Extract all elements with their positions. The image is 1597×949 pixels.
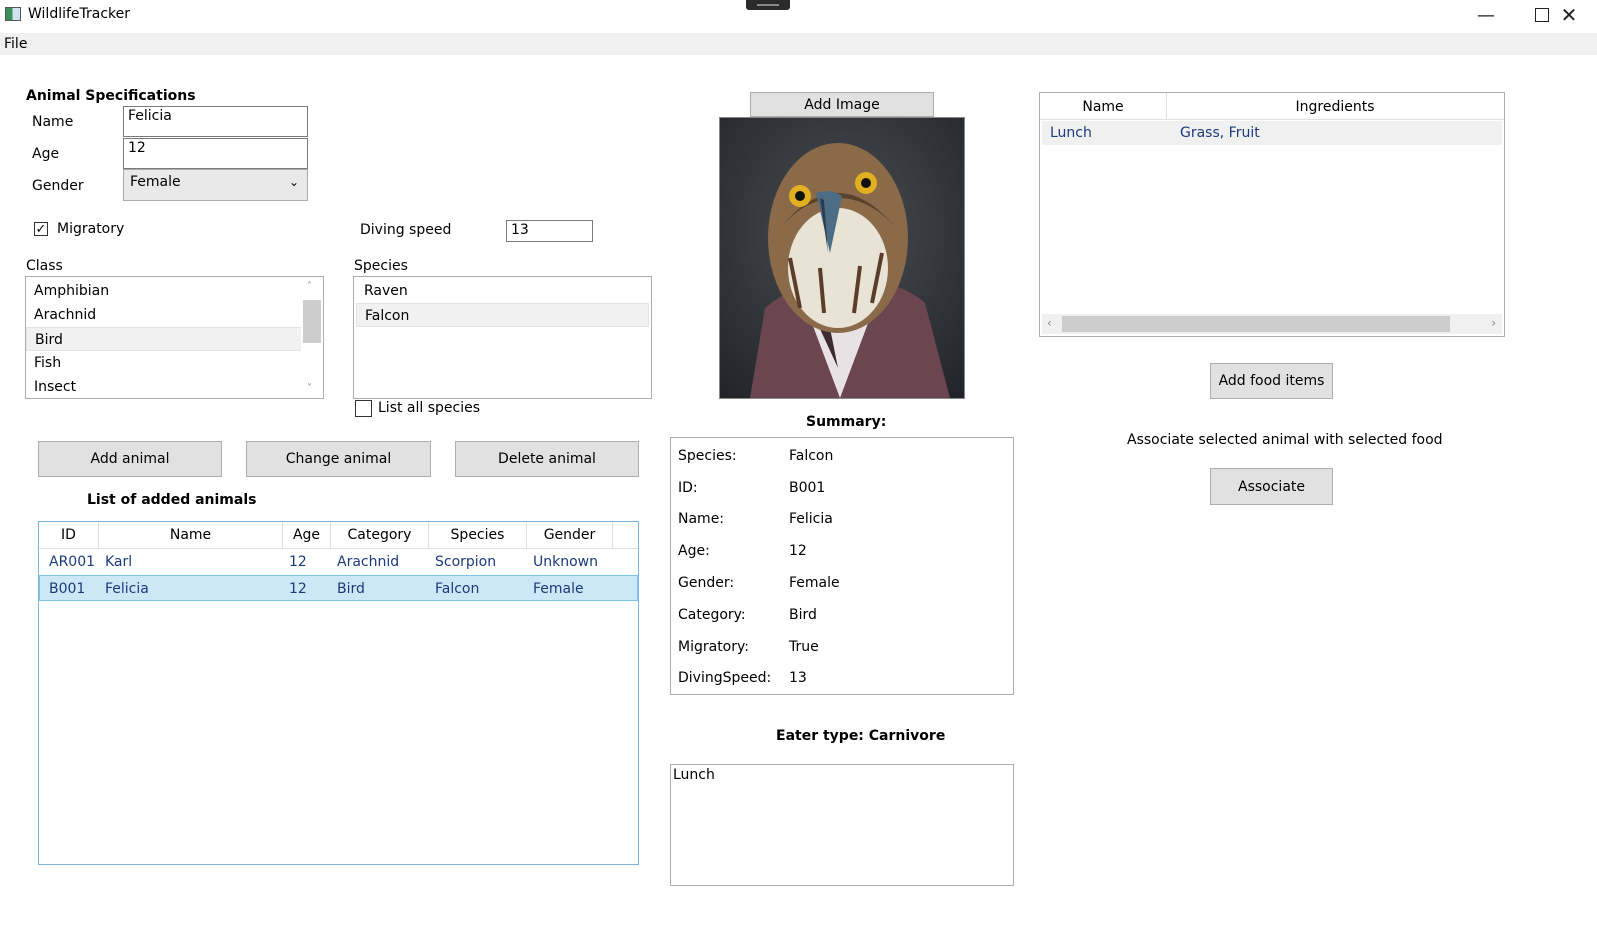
scroll-thumb[interactable] (1062, 316, 1450, 332)
summary-row-age: Age: 12 (678, 543, 807, 560)
class-item[interactable]: Fish (26, 351, 302, 375)
checkmark-icon: ✓ (35, 221, 47, 237)
food-horizontal-scrollbar[interactable]: ‹ › (1042, 314, 1502, 334)
cell-food-name: Lunch (1050, 125, 1092, 141)
cell-name: Felicia (105, 581, 149, 597)
minimize-icon[interactable]: — (1458, 0, 1514, 30)
diving-speed-field[interactable]: 13 (506, 220, 593, 242)
summary-row-gender: Gender: Female (678, 575, 840, 592)
column-header-category[interactable]: Category (331, 522, 429, 548)
migratory-checkbox[interactable]: ✓ (34, 222, 48, 236)
associate-button[interactable]: Associate (1210, 468, 1333, 505)
class-listbox[interactable]: Amphibian Arachnid Bird Fish Insect ˄ ˅ (25, 276, 324, 399)
class-item[interactable]: Arachnid (26, 303, 302, 327)
specs-heading: Animal Specifications (26, 88, 196, 104)
change-animal-button[interactable]: Change animal (246, 441, 431, 477)
eater-type-label: Eater type: Carnivore (776, 728, 946, 744)
cell-category: Arachnid (337, 554, 400, 570)
gender-label: Gender (32, 178, 84, 194)
age-label: Age (32, 146, 60, 162)
cell-ingredients: Grass, Fruit (1180, 125, 1260, 141)
menu-file[interactable]: File (4, 36, 27, 52)
summary-row-category: Category: Bird (678, 606, 817, 623)
scroll-up-icon[interactable]: ˄ (307, 281, 312, 292)
animals-grid[interactable]: ID Name Age Category Species Gender AR00… (38, 521, 639, 865)
name-label: Name (32, 114, 74, 130)
class-item[interactable]: Amphibian (26, 279, 302, 303)
species-item-selected[interactable]: Falcon (356, 303, 649, 327)
column-header-ingredients[interactable]: Ingredients (1167, 93, 1503, 119)
species-label: Species (354, 258, 408, 274)
cell-id: AR001 (49, 554, 96, 570)
scroll-right-icon[interactable]: › (1491, 316, 1496, 330)
column-header-gender[interactable]: Gender (527, 522, 613, 548)
cell-id: B001 (49, 581, 86, 597)
summary-heading: Summary: (806, 414, 887, 430)
cell-species: Scorpion (435, 554, 497, 570)
column-header-id[interactable]: ID (39, 522, 99, 548)
cell-gender: Unknown (533, 554, 598, 570)
class-scrollbar[interactable]: ˄ ˅ (301, 277, 323, 398)
food-textbox[interactable]: Lunch (670, 764, 1014, 886)
class-label: Class (26, 258, 63, 274)
cell-age: 12 (289, 554, 307, 570)
species-listbox[interactable]: Raven Falcon (353, 276, 652, 399)
scroll-down-icon[interactable]: ˅ (307, 383, 312, 394)
table-row-selected[interactable]: B001 Felicia 12 Bird Falcon Female (39, 575, 638, 601)
summary-panel: Species: Falcon ID: B001 Name: Felicia Age:… (670, 437, 1014, 695)
table-row[interactable]: AR001 Karl 12 Arachnid Scorpion Unknown (39, 549, 638, 575)
species-item[interactable]: Raven (356, 279, 649, 303)
scroll-left-icon[interactable]: ‹ (1047, 316, 1052, 330)
falcon-portrait-image (720, 118, 964, 398)
window-title: WildlifeTracker (28, 6, 131, 22)
menu-bar (0, 33, 1597, 55)
add-image-button[interactable]: Add Image (750, 92, 934, 117)
class-item-selected[interactable]: Bird (26, 327, 302, 351)
column-header-food-name[interactable]: Name (1040, 93, 1167, 119)
cell-gender: Female (533, 581, 584, 597)
column-header-name[interactable]: Name (99, 522, 283, 548)
class-item[interactable]: Insect (26, 375, 302, 398)
gender-value: Female (130, 174, 181, 190)
food-row[interactable]: Lunch Grass, Fruit (1042, 121, 1502, 145)
add-animal-button[interactable]: Add animal (38, 441, 222, 477)
animals-grid-header: ID Name Age Category Species Gender (39, 522, 638, 549)
chevron-down-icon: ⌄ (288, 175, 299, 189)
food-grid[interactable]: Name Ingredients Lunch Grass, Fruit ‹ › (1039, 92, 1505, 337)
list-all-species-label: List all species (378, 400, 481, 416)
scroll-thumb[interactable] (303, 300, 321, 343)
column-header-species[interactable]: Species (429, 522, 527, 548)
summary-row-diving-speed: DivingSpeed: 13 (678, 670, 807, 687)
diving-speed-label: Diving speed (360, 222, 452, 238)
app-icon (5, 7, 21, 21)
cell-species: Falcon (435, 581, 480, 597)
summary-row-id: ID: B001 (678, 479, 826, 496)
age-field[interactable]: 12 (123, 138, 308, 169)
summary-row-name: Name: Felicia (678, 511, 833, 528)
summary-row-migratory: Migratory: True (678, 638, 819, 655)
cell-category: Bird (337, 581, 365, 597)
food-grid-header: Name Ingredients (1040, 93, 1504, 120)
migratory-label: Migratory (57, 221, 125, 237)
snap-grip[interactable] (746, 0, 790, 10)
title-bar (0, 0, 1597, 32)
list-all-species-checkbox[interactable] (355, 400, 372, 417)
summary-row-species: Species: Falcon (678, 447, 834, 464)
animal-image (719, 117, 965, 399)
cell-age: 12 (289, 581, 307, 597)
animals-heading: List of added animals (87, 492, 257, 508)
column-header-age[interactable]: Age (283, 522, 331, 548)
gender-select[interactable]: Female ⌄ (123, 169, 308, 201)
name-field[interactable]: Felicia (123, 106, 308, 137)
associate-info-text: Associate selected animal with selected … (1127, 432, 1443, 448)
delete-animal-button[interactable]: Delete animal (455, 441, 639, 477)
cell-name: Karl (105, 554, 133, 570)
close-icon[interactable]: ✕ (1541, 0, 1597, 30)
add-food-items-button[interactable]: Add food items (1210, 363, 1333, 399)
